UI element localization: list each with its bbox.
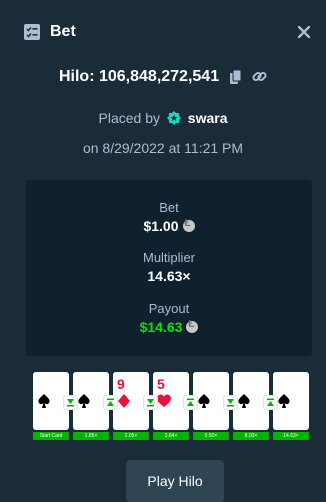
diamond-icon (118, 394, 130, 408)
multiplier-label: Multiplier (142, 250, 195, 265)
spade-icon (38, 394, 50, 408)
copy-icon[interactable] (229, 69, 242, 84)
spade-icon (278, 394, 290, 408)
lower-arrow-icon (64, 396, 77, 409)
card-7: K (273, 372, 309, 430)
multiplier-tag: 14.63× (273, 432, 309, 440)
multiplier-tag: 3.84× (153, 432, 189, 440)
litecoin-icon (186, 319, 199, 333)
multiplier-tag: 1.85× (73, 432, 109, 440)
close-icon[interactable] (296, 24, 312, 40)
card-rank: 6 (237, 376, 245, 392)
bet-value-row: $1.00 (26, 218, 312, 234)
placed-by-row: Placed by swara (0, 110, 326, 126)
bet-id-row: Hilo: 106,848,272,541 (0, 68, 326, 86)
bet-date: on 8/29/2022 at 11:21 PM (82, 140, 244, 156)
username-link[interactable]: swara (188, 110, 228, 126)
modal-title: Bet (50, 23, 76, 40)
card-rank: 8 (197, 376, 205, 392)
higher-arrow-icon (184, 396, 197, 409)
multiplier-tag: 8.00× (233, 432, 269, 440)
card-rank: 9 (117, 376, 125, 392)
lower-arrow-icon (144, 396, 157, 409)
heart-icon (157, 394, 171, 407)
bet-label: Bet (159, 200, 179, 215)
bet-id-text: Hilo: 106,848,272,541 (58, 68, 220, 85)
card-rank: K (277, 376, 288, 392)
cards-row: 7 Start Card 5 1.85× 9 2.05× 5 3.84× 8 5… (0, 372, 326, 442)
link-icon[interactable] (252, 69, 267, 84)
play-hilo-button[interactable]: Play Hilo (126, 460, 224, 502)
modal-header: Bet (0, 0, 326, 60)
payout-value: $14.63 (139, 319, 183, 335)
spade-icon (78, 394, 90, 408)
multiplier-value: 14.63× (147, 268, 191, 284)
multiplier-tag: 2.05× (113, 432, 149, 440)
payout-label: Payout (148, 301, 190, 316)
lower-arrow-icon (224, 396, 237, 409)
payout-value-row: $14.63 (26, 319, 312, 335)
card-rank: 5 (77, 376, 85, 392)
spade-icon (198, 394, 210, 408)
higher-arrow-icon (104, 396, 117, 409)
vip-badge-icon (166, 111, 181, 125)
higher-arrow-icon (264, 396, 277, 409)
spade-icon (238, 394, 250, 408)
clipboard-list-icon (24, 24, 40, 40)
card-rank: 7 (37, 376, 45, 392)
bet-stats-panel: Bet $1.00 Multiplier 14.63× Payout $14.6… (26, 180, 312, 356)
multiplier-tag: 5.50× (193, 432, 229, 440)
bet-value: $1.00 (143, 218, 179, 234)
multiplier-tag: Start Card (33, 432, 69, 440)
placed-by-prefix: Placed by (98, 110, 160, 126)
card-rank: 5 (157, 376, 165, 392)
litecoin-icon (182, 218, 195, 232)
